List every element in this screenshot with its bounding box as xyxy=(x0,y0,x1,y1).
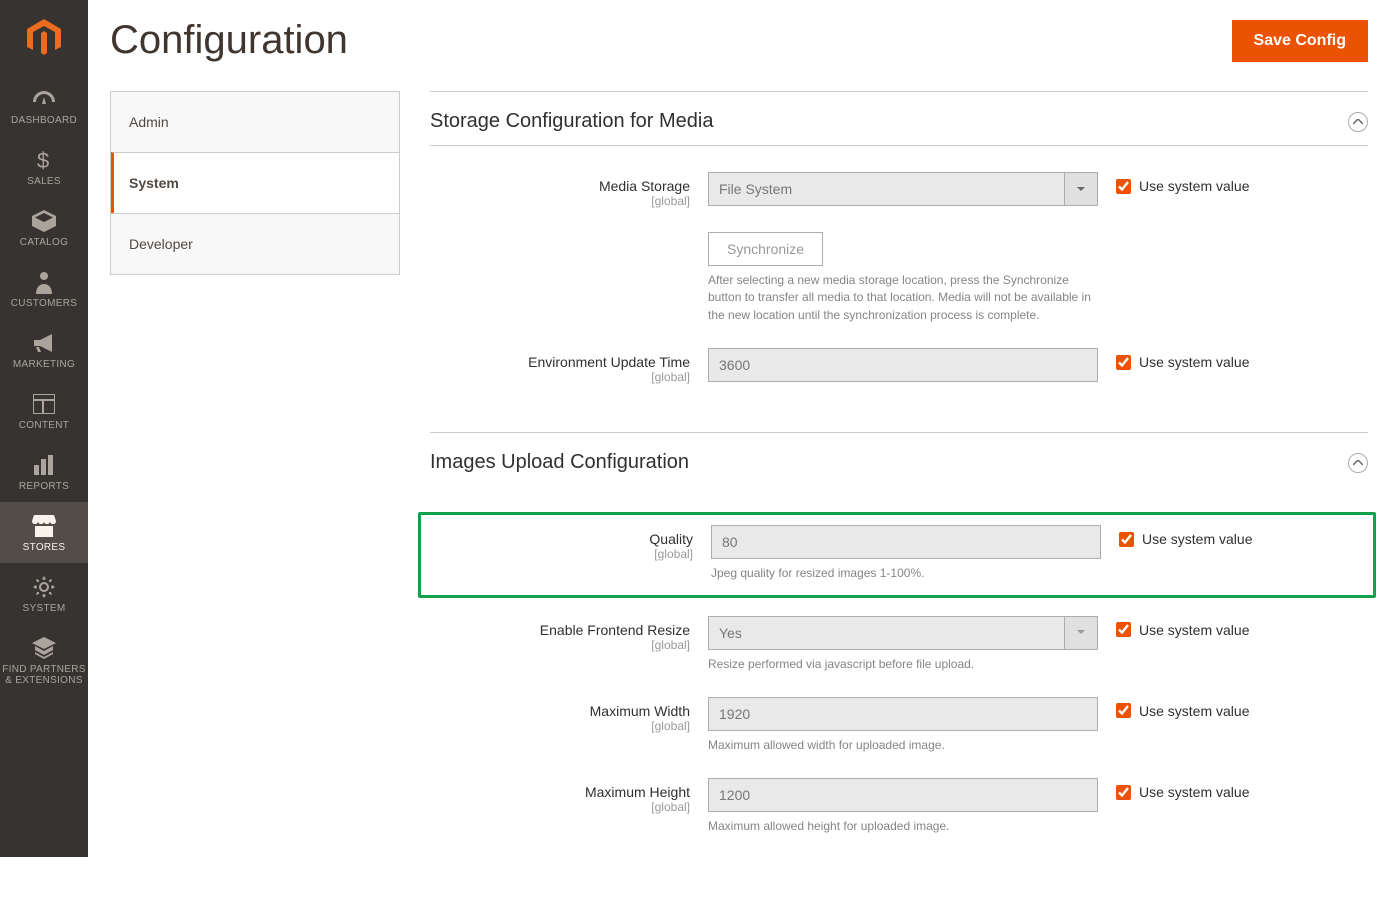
field-label: Maximum Height xyxy=(430,784,690,800)
nav-catalog[interactable]: CATALOG xyxy=(0,197,88,258)
puzzle-icon xyxy=(30,636,58,660)
nav-content[interactable]: CONTENT xyxy=(0,380,88,441)
tab-developer[interactable]: Developer xyxy=(111,213,399,274)
nav-label: STORES xyxy=(23,542,66,553)
max-width-input[interactable] xyxy=(708,697,1098,731)
frontend-resize-select[interactable] xyxy=(708,616,1098,650)
box-icon xyxy=(30,209,58,233)
field-max-height: Maximum Height [global] Maximum allowed … xyxy=(430,778,1368,835)
frontend-resize-note: Resize performed via javascript before f… xyxy=(708,656,1098,673)
max-height-note: Maximum allowed height for uploaded imag… xyxy=(708,818,1098,835)
gauge-icon xyxy=(30,87,58,111)
page-header: Configuration Save Config xyxy=(88,0,1398,91)
use-system-label: Use system value xyxy=(1139,178,1249,194)
field-scope: [global] xyxy=(430,194,690,208)
tab-admin[interactable]: Admin xyxy=(111,91,399,152)
field-quality: Quality [global] Jpeg quality for resize… xyxy=(433,525,1365,582)
use-system-checkbox[interactable] xyxy=(1119,532,1134,547)
field-scope: [global] xyxy=(430,370,690,384)
tab-system[interactable]: System xyxy=(111,152,399,213)
field-label: Enable Frontend Resize xyxy=(430,622,690,638)
nav-stores[interactable]: STORES xyxy=(0,502,88,563)
chevron-up-icon xyxy=(1348,112,1368,132)
use-system-label: Use system value xyxy=(1142,531,1252,547)
field-label: Environment Update Time xyxy=(430,354,690,370)
media-storage-select[interactable] xyxy=(708,172,1098,206)
section-images-header[interactable]: Images Upload Configuration xyxy=(430,433,1368,486)
config-tabs: Admin System Developer xyxy=(110,91,400,275)
svg-text:$: $ xyxy=(37,148,50,172)
quality-note: Jpeg quality for resized images 1-100%. xyxy=(711,565,1101,582)
use-system-checkbox[interactable] xyxy=(1116,179,1131,194)
layout-icon xyxy=(30,392,58,416)
nav-customers[interactable]: CUSTOMERS xyxy=(0,258,88,319)
field-max-width: Maximum Width [global] Maximum allowed w… xyxy=(430,697,1368,754)
nav-label: FIND PARTNERS & EXTENSIONS xyxy=(0,664,88,686)
bars-icon xyxy=(30,453,58,477)
field-synchronize: Synchronize After selecting a new media … xyxy=(430,232,1368,324)
chevron-down-icon[interactable] xyxy=(1064,616,1098,650)
field-scope: [global] xyxy=(430,800,690,814)
field-scope: [global] xyxy=(430,719,690,733)
nav-sales[interactable]: $ SALES xyxy=(0,136,88,197)
nav-reports[interactable]: REPORTS xyxy=(0,441,88,502)
person-icon xyxy=(30,270,58,294)
section-title: Images Upload Configuration xyxy=(430,451,689,474)
nav-label: DASHBOARD xyxy=(11,115,77,126)
nav-partners[interactable]: FIND PARTNERS & EXTENSIONS xyxy=(0,624,88,696)
section-images: Images Upload Configuration Quality [glo… xyxy=(430,433,1368,842)
field-scope: [global] xyxy=(433,547,693,561)
left-nav: DASHBOARD $ SALES CATALOG CUSTOMERS MARK… xyxy=(0,0,88,857)
env-update-input[interactable] xyxy=(708,348,1098,382)
nav-system[interactable]: SYSTEM xyxy=(0,563,88,624)
section-storage: Storage Configuration for Media Media St… xyxy=(430,92,1368,414)
chevron-up-icon xyxy=(1348,453,1368,473)
section-storage-header[interactable]: Storage Configuration for Media xyxy=(430,92,1368,146)
use-system-label: Use system value xyxy=(1139,354,1249,370)
store-icon xyxy=(30,514,58,538)
nav-label: CUSTOMERS xyxy=(11,298,77,309)
field-label: Media Storage xyxy=(430,178,690,194)
use-system-label: Use system value xyxy=(1139,622,1249,638)
save-config-button[interactable]: Save Config xyxy=(1232,20,1368,62)
nav-label: SYSTEM xyxy=(23,603,66,614)
max-height-input[interactable] xyxy=(708,778,1098,812)
field-scope: [global] xyxy=(430,638,690,652)
use-system-checkbox[interactable] xyxy=(1116,785,1131,800)
section-title: Storage Configuration for Media xyxy=(430,110,714,133)
field-frontend-resize: Enable Frontend Resize [global] Resize p… xyxy=(430,616,1368,673)
synchronize-note: After selecting a new media storage loca… xyxy=(708,272,1098,324)
magento-logo[interactable] xyxy=(0,0,88,75)
field-env-update: Environment Update Time [global] Use sys… xyxy=(430,348,1368,384)
media-storage-value[interactable] xyxy=(708,172,1098,206)
chevron-down-icon[interactable] xyxy=(1064,172,1098,206)
use-system-label: Use system value xyxy=(1139,784,1249,800)
frontend-resize-value[interactable] xyxy=(708,616,1098,650)
nav-dashboard[interactable]: DASHBOARD xyxy=(0,75,88,136)
nav-label: CATALOG xyxy=(20,237,68,248)
field-label: Maximum Width xyxy=(430,703,690,719)
nav-label: CONTENT xyxy=(19,420,69,431)
main-form: Storage Configuration for Media Media St… xyxy=(430,91,1368,860)
max-width-note: Maximum allowed width for uploaded image… xyxy=(708,737,1098,754)
page-title: Configuration xyxy=(110,18,348,63)
nav-marketing[interactable]: MARKETING xyxy=(0,319,88,380)
megaphone-icon xyxy=(30,331,58,355)
field-label: Quality xyxy=(433,531,693,547)
nav-label: MARKETING xyxy=(13,359,75,370)
field-media-storage: Media Storage [global] Use system value xyxy=(430,172,1368,208)
use-system-checkbox[interactable] xyxy=(1116,703,1131,718)
use-system-label: Use system value xyxy=(1139,703,1249,719)
use-system-checkbox[interactable] xyxy=(1116,355,1131,370)
highlight-quality: Quality [global] Jpeg quality for resize… xyxy=(418,512,1376,597)
use-system-checkbox[interactable] xyxy=(1116,622,1131,637)
nav-label: REPORTS xyxy=(19,481,69,492)
synchronize-button[interactable]: Synchronize xyxy=(708,232,823,266)
dollar-icon: $ xyxy=(30,148,58,172)
nav-label: SALES xyxy=(27,176,61,187)
gear-icon xyxy=(30,575,58,599)
quality-input[interactable] xyxy=(711,525,1101,559)
